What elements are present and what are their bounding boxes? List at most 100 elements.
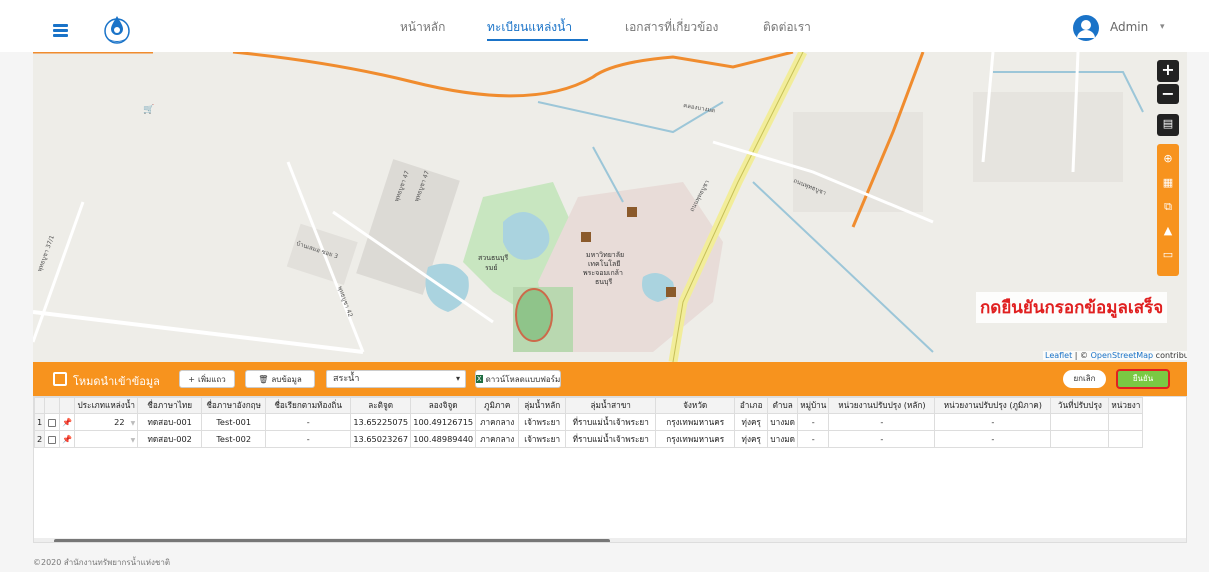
col-thai-name[interactable]: ชื่อภาษาไทย	[137, 397, 203, 414]
col-update-date[interactable]: วันที่ปรับปรุง	[1050, 397, 1110, 414]
scrollbar-thumb[interactable]	[54, 539, 610, 542]
col-water-type[interactable]: ประเภทแหล่งน้ำ	[74, 397, 139, 414]
top-navbar: หน้าหลัก ทะเบียนแหล่งน้ำ เอกสารที่เกี่ยว…	[0, 0, 1209, 52]
add-row-button[interactable]: + เพิ่มแถว	[179, 370, 235, 388]
document-icon[interactable]: ▭	[1161, 248, 1175, 262]
add-point-icon[interactable]: ⊕	[1161, 152, 1175, 166]
zoom-in-button[interactable]: +	[1157, 60, 1179, 82]
water-type-select[interactable]: สระน้ำ ▾	[326, 370, 466, 388]
cell-thai-name[interactable]: ทดสอบ-001	[137, 413, 203, 431]
leaflet-link[interactable]: Leaflet	[1045, 351, 1072, 360]
map-view[interactable]: 🛒 สวนธนบุรีรมย์ มหาวิทยาลัยเทคโนโลยีพระจ…	[33, 52, 1187, 362]
horizontal-scrollbar[interactable]	[34, 538, 1186, 542]
col-subdistrict[interactable]: ตำบล	[767, 397, 799, 414]
nav-home[interactable]: หน้าหลัก	[400, 18, 445, 37]
col-sub-basin[interactable]: ลุ่มน้ำสาขา	[565, 397, 657, 414]
nav-water-registry[interactable]: ทะเบียนแหล่งน้ำ	[487, 18, 572, 37]
table-header-row: ประเภทแหล่งน้ำ ชื่อภาษาไทย ชื่อภาษาอังกฤ…	[34, 397, 1144, 414]
cell-water-type[interactable]: 22 ▼	[74, 413, 139, 431]
cell-regional-agency[interactable]: -	[934, 430, 1052, 448]
cell-update-date[interactable]	[1050, 430, 1110, 448]
cell-district[interactable]: ทุ่งครุ	[734, 413, 769, 431]
cell-village[interactable]: -	[797, 413, 830, 431]
cell-latitude[interactable]: 13.65225075	[350, 413, 412, 431]
download-label: ดาวน์โหลดแบบฟอร์ม	[485, 374, 561, 384]
col-local-name[interactable]: ชื่อเรียกตามท้องถิ่น	[265, 397, 352, 414]
menu-icon[interactable]	[53, 24, 68, 37]
user-avatar-icon[interactable]	[1073, 15, 1099, 41]
footer-copyright: ©2020 สำนักงานทรัพยากรน้ำแห่งชาติ	[33, 558, 171, 567]
cell-update-date[interactable]	[1050, 413, 1110, 431]
col-latitude[interactable]: ละติจูด	[350, 397, 412, 414]
warning-icon[interactable]: ▲	[1161, 224, 1175, 238]
col-main-agency[interactable]: หน่วยงานปรับปรุง (หลัก)	[828, 397, 936, 414]
chevron-down-icon[interactable]: ▾	[1160, 22, 1165, 32]
cell-english-name[interactable]: Test-001	[201, 413, 267, 431]
copy-icon[interactable]: ⧉	[1161, 200, 1175, 214]
cell-longitude[interactable]: 100.48989440	[410, 430, 477, 448]
cell-region[interactable]: ภาคกลาง	[475, 413, 520, 431]
svg-text:🛒: 🛒	[143, 103, 154, 115]
cell-sub-basin[interactable]: ที่ราบแม่น้ำเจ้าพระยา	[565, 430, 657, 448]
col-main-basin[interactable]: ลุ่มน้ำหลัก	[518, 397, 567, 414]
col-district[interactable]: อำเภอ	[734, 397, 769, 414]
col-english-name[interactable]: ชื่อภาษาอังกฤษ	[201, 397, 267, 414]
plus-icon: +	[188, 374, 195, 384]
confirm-button[interactable]: ยืนยัน	[1116, 369, 1170, 389]
svg-text:คลองบางมด: คลองบางมด	[683, 102, 716, 115]
cell-latitude[interactable]: 13.65023267	[350, 430, 412, 448]
col-agency-more[interactable]: หน่วยงา	[1108, 397, 1144, 414]
cell-village[interactable]: -	[797, 430, 830, 448]
cell-thai-name[interactable]: ทดสอบ-002	[137, 430, 203, 448]
col-longitude[interactable]: ลองจิจูด	[410, 397, 477, 414]
col-village[interactable]: หมู่บ้าน	[797, 397, 830, 414]
attribution-separator: | ©	[1072, 351, 1091, 360]
row-number: 1	[34, 413, 46, 431]
cancel-button[interactable]: ยกเลิก	[1063, 370, 1106, 388]
osm-link[interactable]: OpenStreetMap	[1091, 351, 1154, 360]
pin-icon[interactable]: 📌	[59, 413, 76, 431]
cell-regional-agency[interactable]: -	[934, 413, 1052, 431]
cell-province[interactable]: กรุงเทพมหานคร	[655, 430, 736, 448]
cell-english-name[interactable]: Test-002	[201, 430, 267, 448]
svg-text:พุทธบูชา 42: พุทธบูชา 42	[336, 285, 354, 318]
cell-subdistrict[interactable]: บางมด	[767, 430, 799, 448]
cell-agency-more[interactable]	[1108, 430, 1144, 448]
layers-icon[interactable]: ▤	[1157, 114, 1179, 136]
cell-local-name[interactable]: -	[265, 413, 352, 431]
cell-longitude[interactable]: 100.49126715	[410, 413, 477, 431]
cell-agency-more[interactable]	[1108, 413, 1144, 431]
cell-region[interactable]: ภาคกลาง	[475, 430, 520, 448]
cell-subdistrict[interactable]: บางมด	[767, 413, 799, 431]
delete-button[interactable]: 🗑 ลบข้อมูล	[245, 370, 315, 388]
zoom-out-button[interactable]: −	[1157, 84, 1179, 104]
table-mode-icon[interactable]: ▦	[1161, 176, 1175, 190]
cell-main-agency[interactable]: -	[828, 430, 936, 448]
chevron-down-icon: ▾	[455, 374, 460, 383]
row-checkbox[interactable]	[44, 430, 61, 448]
cell-district[interactable]: ทุ่งครุ	[734, 430, 769, 448]
nav-documents[interactable]: เอกสารที่เกี่ยวข้อง	[625, 18, 718, 37]
pin-icon[interactable]: 📌	[59, 430, 76, 448]
col-province[interactable]: จังหวัด	[655, 397, 736, 414]
row-checkbox[interactable]	[44, 413, 61, 431]
download-form-button[interactable]: X ดาวน์โหลดแบบฟอร์ม	[475, 370, 561, 388]
trash-icon: 🗑	[258, 374, 269, 384]
table-row[interactable]: 2 📌 ▼ ทดสอบ-002 Test-002 - 13.65023267 1…	[34, 430, 1144, 448]
map-tools: ⊕ ▦ ⧉ ▲ ▭	[1157, 144, 1179, 276]
col-regional-agency[interactable]: หน่วยงานปรับปรุง (ภูมิภาค)	[934, 397, 1052, 414]
nav-contact[interactable]: ติดต่อเรา	[763, 18, 811, 37]
cell-sub-basin[interactable]: ที่ราบแม่น้ำเจ้าพระยา	[565, 413, 657, 431]
add-row-label: เพิ่มแถว	[197, 374, 226, 384]
table-row[interactable]: 1 📌 22 ▼ ทดสอบ-001 Test-001 - 13.65225075…	[34, 413, 1144, 431]
cell-main-basin[interactable]: เจ้าพระยา	[518, 413, 567, 431]
cell-local-name[interactable]: -	[265, 430, 352, 448]
cell-main-agency[interactable]: -	[828, 413, 936, 431]
cell-water-type[interactable]: ▼	[74, 430, 139, 448]
confirm-hint-text: กดยืนยันกรอกข้อมูลเสร็จ	[976, 292, 1168, 323]
cell-province[interactable]: กรุงเทพมหานคร	[655, 413, 736, 431]
col-region[interactable]: ภูมิภาค	[475, 397, 520, 414]
user-name[interactable]: Admin	[1110, 20, 1148, 34]
map-attribution: Leaflet | © OpenStreetMap contributors	[1043, 351, 1187, 360]
cell-main-basin[interactable]: เจ้าพระยา	[518, 430, 567, 448]
